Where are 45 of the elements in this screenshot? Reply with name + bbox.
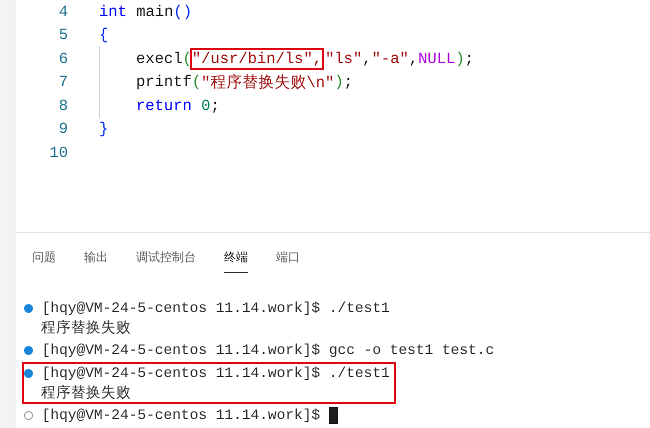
code-token: 0 — [201, 96, 210, 115]
line-number: 5 — [58, 26, 68, 44]
code-token: "ls" — [325, 50, 362, 68]
code-token: NULL — [418, 50, 456, 68]
panel-tab[interactable]: 终端 — [224, 245, 248, 273]
code-token: { — [99, 26, 108, 44]
code-token: return — [136, 96, 193, 115]
code-token: main — [135, 2, 174, 21]
terminal-command: gcc -o test1 test.c — [328, 342, 494, 358]
line-number: 6 — [58, 50, 68, 68]
panel-tab[interactable]: 调试控制台 — [136, 245, 196, 273]
terminal-command: ./test1 — [328, 366, 390, 382]
line-number: 9 — [58, 120, 68, 138]
line-number: 8 — [58, 96, 68, 115]
panel-tab[interactable]: 问题 — [32, 245, 56, 273]
code-token: () — [173, 2, 192, 21]
panel-tab[interactable]: 输出 — [84, 245, 108, 273]
highlighted-code-token: "/usr/bin/ls", — [192, 50, 322, 68]
line-number: 10 — [48, 144, 68, 162]
terminal-prompt: [hqy@VM-24-5-centos 11.14.work]$ — [42, 366, 320, 382]
terminal-cursor — [328, 407, 338, 424]
code-token: "-a" — [372, 50, 409, 68]
line-number: 7 — [58, 73, 68, 92]
code-token: ) — [455, 50, 465, 68]
code-token: ; — [344, 73, 353, 92]
code-token: ( — [192, 73, 202, 92]
code-token: ; — [210, 96, 220, 115]
code-token: , — [408, 50, 418, 68]
code-token: "程序替换失败\n" — [201, 72, 334, 93]
panel-tab[interactable]: 端口 — [276, 245, 300, 273]
code-token: execl — [136, 50, 183, 68]
code-token: ) — [334, 73, 344, 92]
terminal-command: ./test1 — [328, 300, 390, 316]
terminal-output: 程序替换失败 — [41, 319, 131, 337]
terminal-prompt: [hqy@VM-24-5-centos 11.14.work]$ — [42, 300, 320, 316]
code-token: ( — [182, 50, 192, 68]
code-token: } — [99, 120, 108, 138]
code-token: , — [362, 50, 372, 68]
terminal-prompt: [hqy@VM-24-5-centos 11.14.work]$ — [42, 408, 320, 424]
code-token: printf — [136, 73, 192, 92]
code-token: ; — [464, 50, 474, 68]
code-token: int — [99, 2, 127, 21]
terminal-prompt: [hqy@VM-24-5-centos 11.14.work]$ — [42, 342, 320, 358]
line-number: 4 — [58, 2, 68, 21]
terminal-output: 程序替换失败 — [41, 384, 131, 402]
